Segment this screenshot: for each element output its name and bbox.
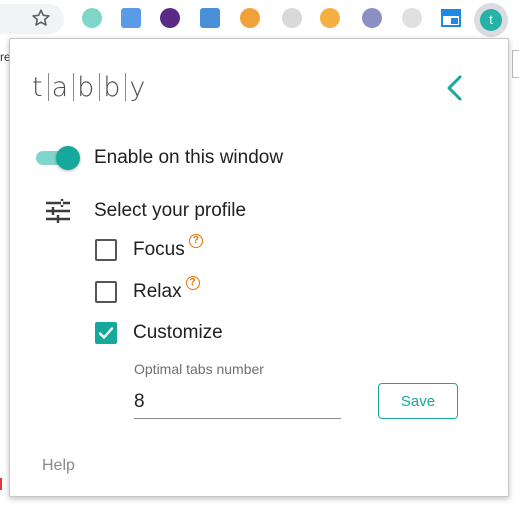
browser-toolbar: t [0,0,519,38]
logo-letter: t [32,71,45,103]
focus-label: Focus [133,239,185,260]
tune-icon [46,199,70,223]
profile-option-focus[interactable]: Focus ? [95,234,203,263]
tabby-popup: t a b b y Enable on this window Select y… [9,38,509,497]
extension-icon[interactable] [121,8,141,28]
save-button[interactable]: Save [378,383,458,419]
logo-letter: b [103,71,123,103]
tabby-extension-button[interactable]: t [474,3,508,37]
logo-letter: a [51,71,71,103]
extension-icon[interactable] [320,8,340,28]
logo-divider [73,73,75,101]
extension-icon[interactable] [200,8,220,28]
profile-option-customize[interactable]: Customize [95,320,223,346]
logo-divider [47,73,49,101]
optimal-tabs-input[interactable] [134,385,341,419]
relax-label: Relax [133,281,182,302]
logo-letter: y [129,71,148,103]
enable-window-toggle[interactable] [36,144,84,170]
optimal-tabs-label: Optimal tabs number [134,361,264,377]
extension-icon[interactable] [282,8,302,28]
page-edge-mark [0,478,4,490]
back-chevron-icon[interactable] [442,73,468,103]
focus-help-icon[interactable]: ? [188,234,203,248]
extension-icon[interactable] [362,8,382,28]
customize-checkbox[interactable] [95,322,117,344]
toggle-knob [56,146,80,170]
extension-icon[interactable] [402,8,422,28]
customize-label: Customize [133,322,223,343]
focus-checkbox[interactable] [95,239,117,261]
logo-divider [125,73,127,101]
window-extension-icon[interactable] [441,9,461,27]
page-edge-box [512,50,519,78]
extension-icon[interactable] [82,8,102,28]
profile-option-relax[interactable]: Relax ? [95,276,200,305]
logo-letter: b [77,71,97,103]
enable-window-label: Enable on this window [94,147,284,168]
relax-checkbox[interactable] [95,281,117,303]
extension-icon[interactable] [160,8,180,28]
logo-divider [99,73,101,101]
check-icon [98,327,114,339]
tabby-icon-glyph: t [489,12,493,27]
help-link[interactable]: Help [42,457,75,475]
relax-help-icon[interactable]: ? [185,276,200,290]
tabby-logo: t a b b y [32,71,147,103]
bookmark-star-icon[interactable] [30,7,52,29]
profile-section-title: Select your profile [94,200,247,221]
extension-icon[interactable] [240,8,260,28]
